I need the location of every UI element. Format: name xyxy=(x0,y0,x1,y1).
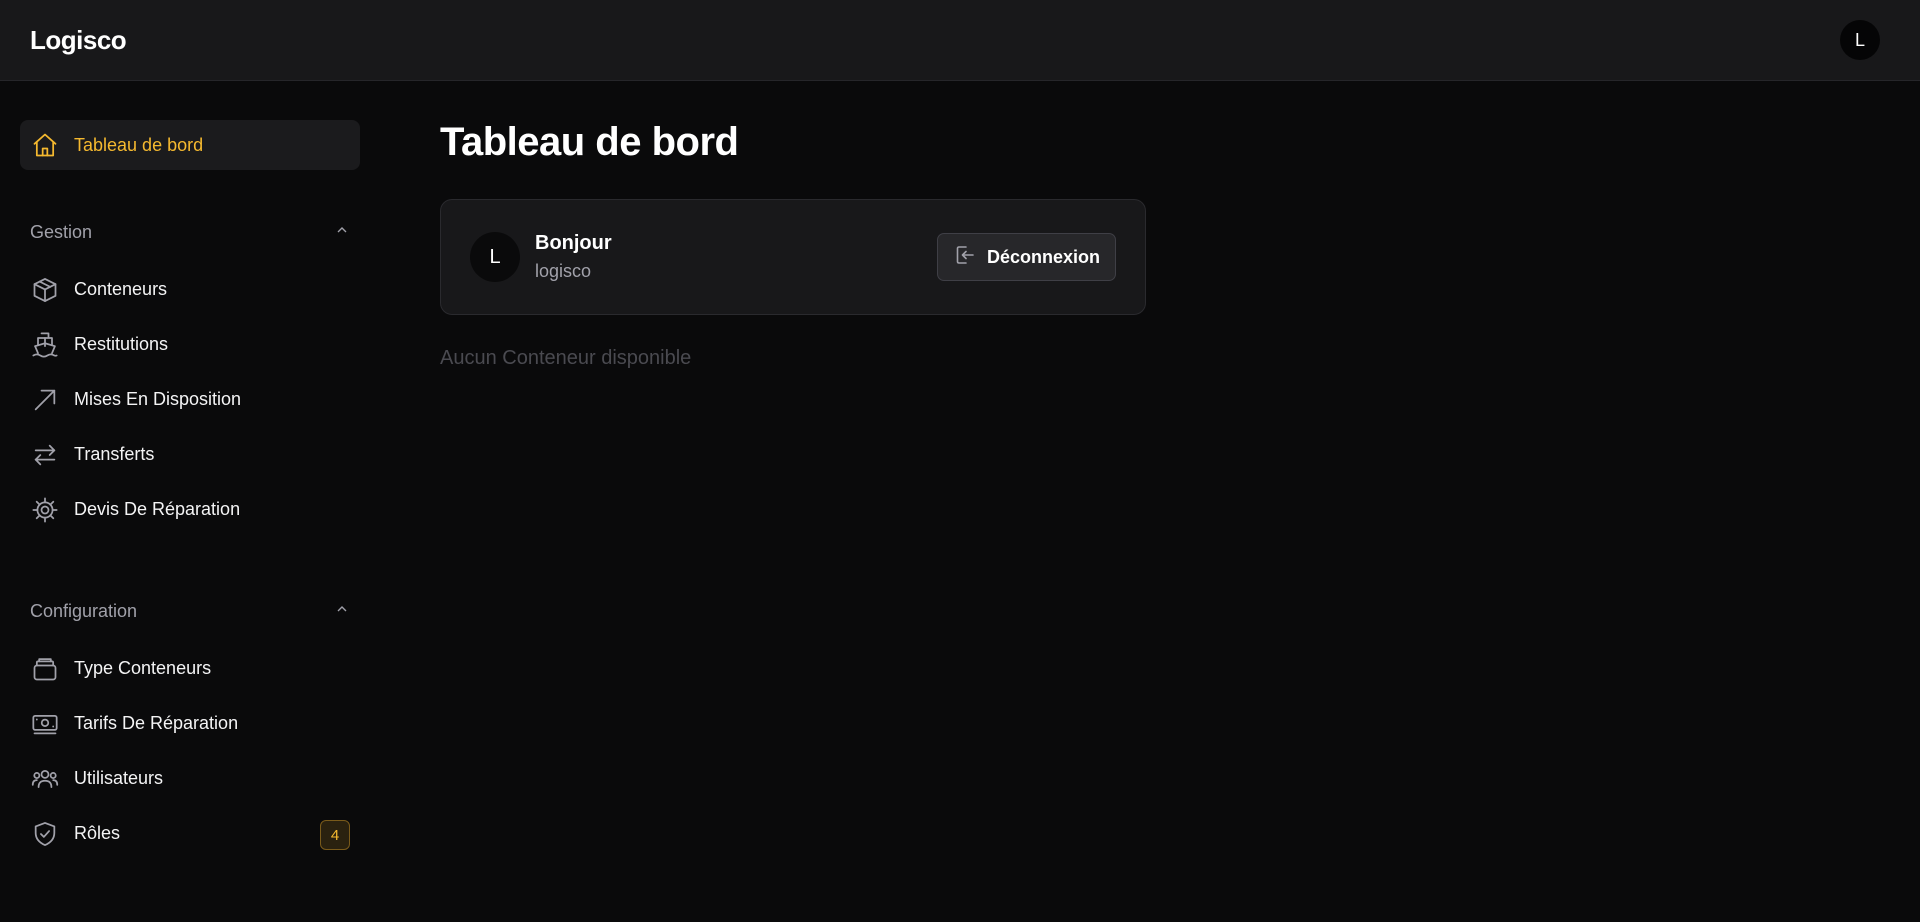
avatar: L xyxy=(470,232,520,282)
sidebar-item-type-conteneurs[interactable]: Type Conteneurs xyxy=(20,641,360,696)
sidebar-item-mises-en-disposition[interactable]: Mises En Disposition xyxy=(20,372,360,427)
sidebar-item-label: Tarifs De Réparation xyxy=(74,713,239,733)
page-title: Tableau de bord xyxy=(440,120,739,164)
section-title: Configuration xyxy=(30,600,138,621)
ship-icon xyxy=(30,330,60,360)
logout-button[interactable]: Déconnexion xyxy=(936,233,1116,281)
count-badge: 4 xyxy=(320,820,350,850)
empty-state-message: Aucun Conteneur disponible xyxy=(440,347,692,369)
section-title: Gestion xyxy=(30,221,93,242)
banknote-icon xyxy=(30,709,60,739)
greeting: Bonjour xyxy=(535,232,612,254)
gestion-list: Conteneurs Restitutions Mises En Disposi… xyxy=(20,262,360,537)
sidebar-item-tableau-de-bord[interactable]: Tableau de bord xyxy=(20,120,360,170)
chevron-up-icon[interactable] xyxy=(334,601,350,622)
home-icon xyxy=(30,130,60,160)
sidebar-item-label: Tableau de bord xyxy=(74,134,204,155)
sidebar-item-conteneurs[interactable]: Conteneurs xyxy=(20,262,360,317)
sidebar-item-label: Rôles xyxy=(74,823,121,843)
main-content: Tableau de bord L Bonjour logisco Déconn… xyxy=(440,82,1146,370)
section-gestion-header[interactable]: Gestion xyxy=(20,220,360,244)
sidebar-item-tarifs-de-reparation[interactable]: Tarifs De Réparation xyxy=(20,696,360,751)
arrow-up-right-icon xyxy=(30,385,60,415)
top-bar: Logisco L xyxy=(0,0,1920,81)
sidebar-item-transferts[interactable]: Transferts xyxy=(20,427,360,482)
sidebar-item-label: Utilisateurs xyxy=(74,768,164,788)
stack-icon xyxy=(30,654,60,684)
sidebar: Tableau de bord Gestion Conteneurs Resti… xyxy=(0,82,380,922)
sidebar-item-utilisateurs[interactable]: Utilisateurs xyxy=(20,751,360,806)
logout-label: Déconnexion xyxy=(986,246,1100,267)
sidebar-item-roles[interactable]: Rôles 4 xyxy=(20,806,360,861)
sidebar-item-restitutions[interactable]: Restitutions xyxy=(20,317,360,372)
configuration-list: Type Conteneurs Tarifs De Réparation Uti… xyxy=(20,641,360,861)
username: logisco xyxy=(535,261,592,281)
sidebar-item-devis-de-reparation[interactable]: Devis De Réparation xyxy=(20,482,360,537)
section-configuration-header[interactable]: Configuration xyxy=(20,599,360,623)
chevron-up-icon[interactable] xyxy=(334,222,350,243)
welcome-user: L Bonjour logisco xyxy=(470,232,612,282)
sidebar-item-label: Mises En Disposition xyxy=(74,389,242,409)
swap-arrows-icon xyxy=(30,440,60,470)
logout-icon xyxy=(953,243,977,272)
sidebar-item-label: Restitutions xyxy=(74,334,169,354)
users-icon xyxy=(30,764,60,794)
user-avatar[interactable]: L xyxy=(1840,20,1880,60)
sidebar-item-label: Transferts xyxy=(74,444,155,464)
sidebar-item-label: Devis De Réparation xyxy=(74,499,241,519)
welcome-card: L Bonjour logisco Déconnexion xyxy=(440,199,1146,315)
cube-icon xyxy=(30,275,60,305)
welcome-text: Bonjour logisco xyxy=(535,232,612,282)
cog-icon xyxy=(30,495,60,525)
shield-check-icon xyxy=(30,819,60,849)
brand-logo[interactable]: Logisco xyxy=(30,25,127,56)
sidebar-item-label: Conteneurs xyxy=(74,279,168,299)
sidebar-item-label: Type Conteneurs xyxy=(74,658,212,678)
